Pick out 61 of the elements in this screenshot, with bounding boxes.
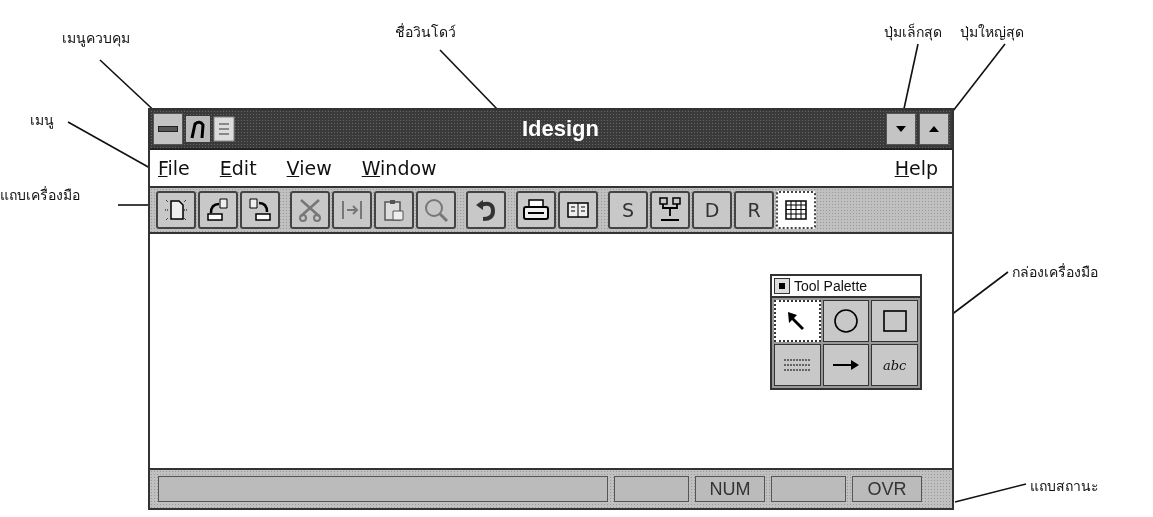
close-button[interactable] [774, 278, 790, 294]
clipboard-icon [381, 197, 407, 223]
app-icon [186, 116, 210, 142]
open-button[interactable] [198, 191, 238, 229]
callout-label: ชื่อวินโดว์ [395, 22, 456, 42]
toolbar-button[interactable]: S [608, 191, 648, 229]
callout-label: เมนูควบคุม [62, 29, 130, 48]
callout-label: เมนู [30, 111, 54, 130]
print-button[interactable] [516, 191, 556, 229]
status-indicator: OVR [852, 476, 922, 502]
magnifier-icon [423, 197, 449, 223]
document-icon [163, 197, 189, 223]
save-button[interactable] [240, 191, 280, 229]
arrow-icon [831, 358, 861, 372]
menu-item[interactable]: View [282, 157, 342, 179]
rectangle-tool[interactable] [871, 300, 918, 342]
undo-button[interactable] [466, 191, 506, 229]
copy-button[interactable] [332, 191, 372, 229]
grid-icon [784, 198, 808, 222]
square-icon [880, 308, 909, 334]
minimize-button[interactable] [886, 113, 916, 145]
document-icon [213, 116, 235, 142]
control-menu-button[interactable] [153, 113, 183, 145]
window-title: Idesign [521, 116, 600, 142]
lines-tool[interactable] [774, 344, 821, 386]
ellipse-tool[interactable] [822, 300, 870, 342]
printer-icon [522, 197, 550, 223]
zoom-button[interactable] [416, 191, 456, 229]
leader-line [439, 49, 499, 111]
paste-button[interactable] [374, 191, 414, 229]
tree-button[interactable] [650, 191, 690, 229]
curved-arrow-icon [247, 197, 273, 223]
menu-item[interactable]: Edit [215, 157, 267, 179]
menu-item[interactable]: File [154, 157, 200, 179]
new-button[interactable] [156, 191, 196, 229]
book-icon [566, 200, 590, 220]
scissors-icon [297, 197, 323, 223]
palette-title: Tool Palette [794, 278, 868, 294]
callout-label: ปุ่มเล็กสุด [884, 22, 942, 42]
toolbar-button[interactable]: R [734, 191, 774, 229]
maximize-button[interactable] [919, 113, 949, 145]
hierarchy-icon [657, 196, 683, 224]
callout-label: กล่องเครื่องมือ [1012, 262, 1098, 282]
circle-icon [832, 307, 860, 335]
callout-label: แถบสถานะ [1030, 477, 1099, 496]
status-indicator: NUM [695, 476, 765, 502]
leader-line [117, 204, 151, 206]
grid-button[interactable] [776, 191, 816, 229]
callout-label: ปุ่มใหญ่สุด [960, 23, 1024, 42]
pointer-tool[interactable] [774, 300, 821, 342]
callout-label: แถบเครื่องมือ [0, 185, 80, 205]
cut-button[interactable] [290, 191, 330, 229]
preview-button[interactable] [558, 191, 598, 229]
toolbar-button[interactable]: D [692, 191, 732, 229]
caret-down-icon [895, 125, 907, 133]
menu-item[interactable]: Window [357, 157, 447, 179]
menu-item[interactable]: Help [890, 157, 948, 179]
caret-up-icon [928, 125, 940, 133]
curved-arrow-icon [205, 197, 231, 223]
text-tool[interactable]: abc [871, 344, 918, 386]
arrow-tool[interactable] [822, 344, 870, 386]
